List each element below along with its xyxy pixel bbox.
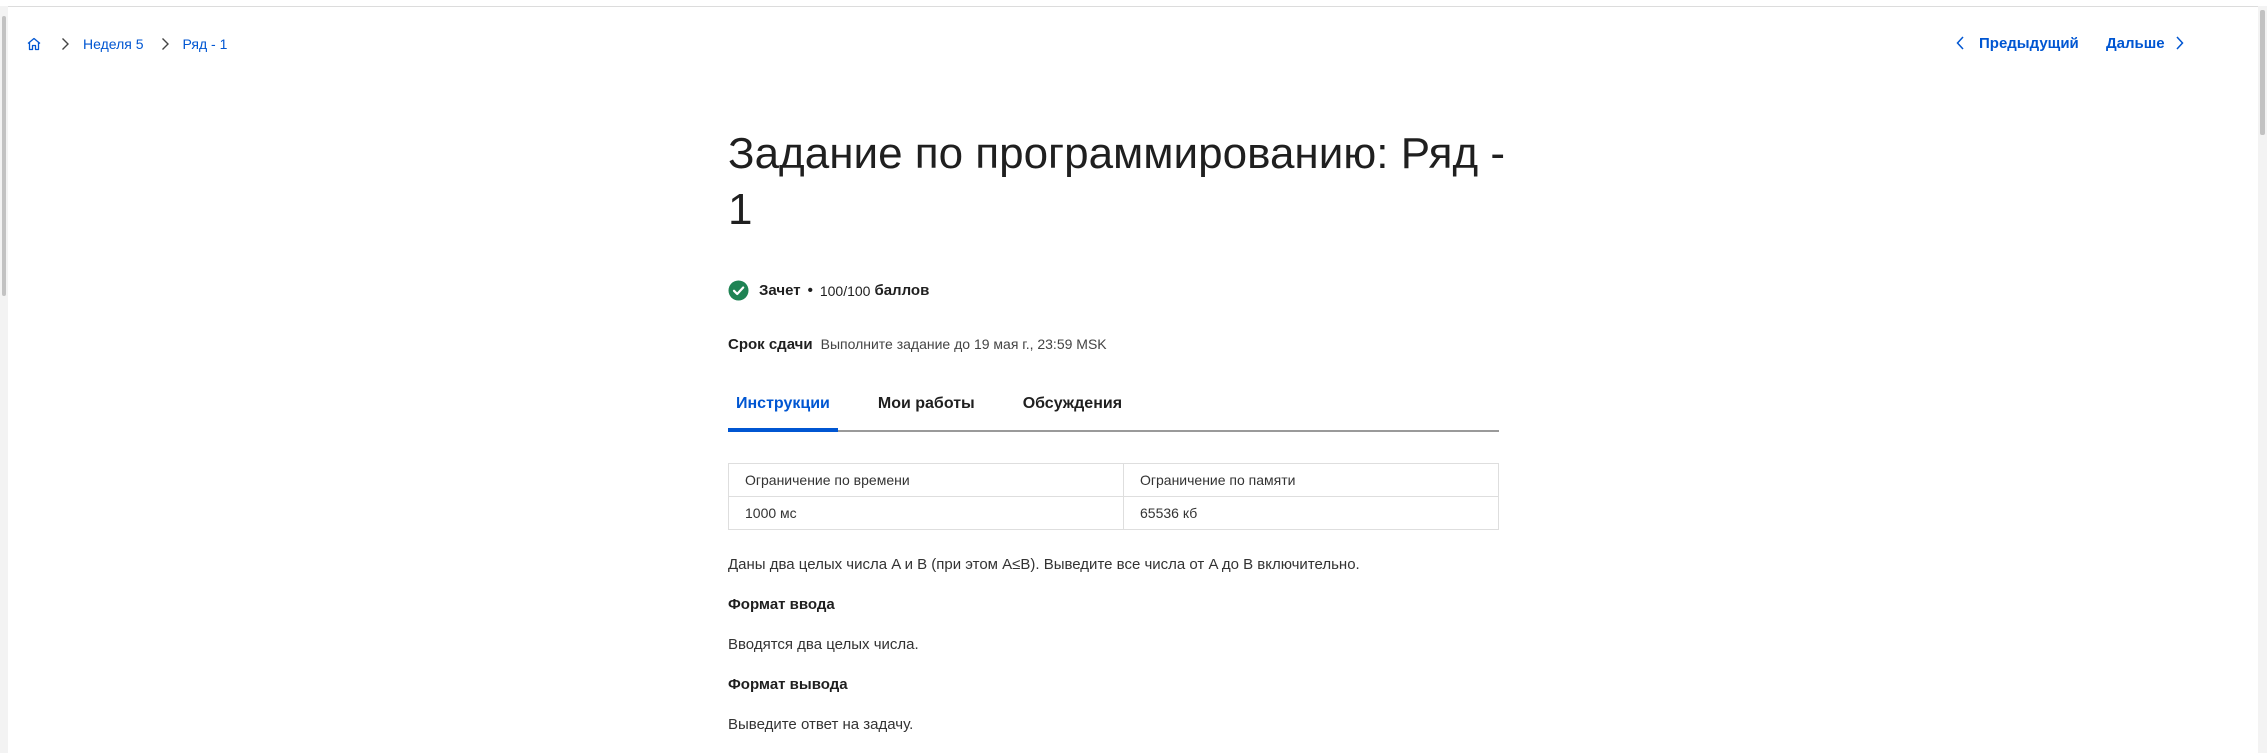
due-date: Срок сдачи Выполните задание до 19 мая г… [728, 336, 1107, 353]
status-label: Зачет [759, 282, 801, 299]
grade-status: Зачет • 100/100 баллов [728, 280, 929, 301]
previous-label: Предыдущий [1979, 34, 2079, 52]
output-format-text: Выведите ответ на задачу. [728, 716, 914, 733]
input-format-text: Вводятся два целых числа. [728, 636, 919, 653]
limits-table: Ограничение по времени Ограничение по па… [728, 463, 1499, 530]
breadcrumb: Неделя 5 Ряд - 1 [26, 33, 227, 55]
page-scrollbar-thumb[interactable] [2260, 10, 2265, 135]
check-circle-icon [728, 280, 749, 301]
time-limit-value: 1000 мс [728, 496, 1124, 530]
next-label: Дальше [2106, 34, 2165, 52]
table-row: 1000 мс 65536 кб [728, 496, 1499, 530]
score-value: 100/100 [819, 282, 871, 299]
tab-discussions[interactable]: Обсуждения [1015, 378, 1130, 430]
chevron-right-icon [156, 35, 174, 53]
breadcrumb-current[interactable]: Ряд - 1 [183, 36, 228, 52]
tab-bar: Инструкции Мои работы Обсуждения [728, 378, 1499, 432]
chevron-right-icon [2175, 34, 2189, 52]
page-scrollbar[interactable] [2258, 6, 2267, 753]
problem-description: Даны два целых числа A и B (при этом A≤B… [728, 556, 1360, 573]
breadcrumb-week[interactable]: Неделя 5 [83, 36, 144, 52]
left-scrollbar[interactable] [0, 6, 8, 753]
input-format-heading: Формат ввода [728, 596, 835, 613]
page-title: Задание по программированию: Ряд - 1 [728, 129, 1506, 234]
left-scrollbar-thumb[interactable] [2, 16, 6, 296]
memory-limit-value: 65536 кб [1123, 496, 1499, 530]
status-separator: • [807, 282, 813, 299]
score-unit: баллов [874, 282, 930, 299]
table-header-row: Ограничение по времени Ограничение по па… [728, 463, 1499, 497]
time-limit-header: Ограничение по времени [728, 463, 1124, 497]
due-label: Срок сдачи [728, 336, 813, 353]
memory-limit-header: Ограничение по памяти [1123, 463, 1499, 497]
home-icon[interactable] [26, 35, 44, 53]
output-format-heading: Формат вывода [728, 676, 848, 693]
tab-my-submissions[interactable]: Мои работы [870, 378, 983, 430]
chevron-right-icon [56, 35, 74, 53]
chevron-left-icon [1955, 34, 1969, 52]
next-button[interactable]: Дальше [2106, 32, 2189, 54]
due-text: Выполните задание до 19 мая г., 23:59 MS… [820, 336, 1107, 352]
tab-instructions[interactable]: Инструкции [728, 378, 838, 432]
previous-button[interactable]: Предыдущий [1955, 32, 2079, 54]
top-border [0, 6, 2267, 7]
